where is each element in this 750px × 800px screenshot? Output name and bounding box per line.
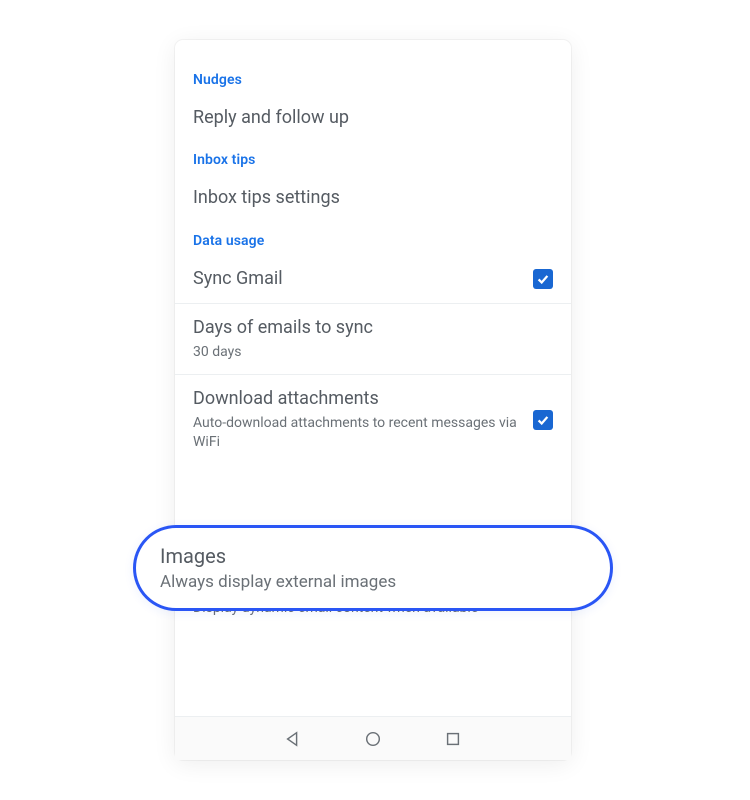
row-title: Days of emails to sync bbox=[193, 316, 541, 340]
android-nav-bar bbox=[175, 716, 571, 760]
settings-screen: Nudges Reply and follow up Inbox tips In… bbox=[175, 40, 571, 760]
row-images-highlight[interactable]: Images Always display external images bbox=[133, 525, 613, 611]
section-header-nudges: Nudges bbox=[175, 62, 571, 94]
row-title: Inbox tips settings bbox=[193, 186, 541, 210]
row-sub: Always display external images bbox=[160, 571, 586, 593]
check-icon bbox=[536, 272, 550, 286]
nav-home-icon[interactable] bbox=[364, 730, 382, 748]
section-header-inbox-tips: Inbox tips bbox=[175, 142, 571, 174]
row-sub: 30 days bbox=[193, 343, 541, 362]
row-download-attachments[interactable]: Download attachments Auto-download attac… bbox=[175, 375, 571, 464]
row-sync-gmail[interactable]: Sync Gmail bbox=[175, 255, 571, 303]
row-title: Images bbox=[160, 543, 586, 569]
row-sub: Auto-download attachments to recent mess… bbox=[193, 414, 521, 452]
row-title: Download attachments bbox=[193, 387, 521, 411]
row-days-to-sync[interactable]: Days of emails to sync 30 days bbox=[175, 304, 571, 374]
settings-content: Nudges Reply and follow up Inbox tips In… bbox=[175, 40, 571, 630]
row-reply-follow-up[interactable]: Reply and follow up bbox=[175, 94, 571, 142]
section-header-data-usage: Data usage bbox=[175, 223, 571, 255]
row-inbox-tips-settings[interactable]: Inbox tips settings bbox=[175, 174, 571, 222]
nav-recent-icon[interactable] bbox=[444, 730, 462, 748]
row-title: Reply and follow up bbox=[193, 106, 541, 130]
check-icon bbox=[536, 413, 550, 427]
row-title: Sync Gmail bbox=[193, 267, 521, 291]
checkbox-sync-gmail[interactable] bbox=[533, 269, 553, 289]
nav-back-icon[interactable] bbox=[284, 730, 302, 748]
checkbox-download-attachments[interactable] bbox=[533, 410, 553, 430]
